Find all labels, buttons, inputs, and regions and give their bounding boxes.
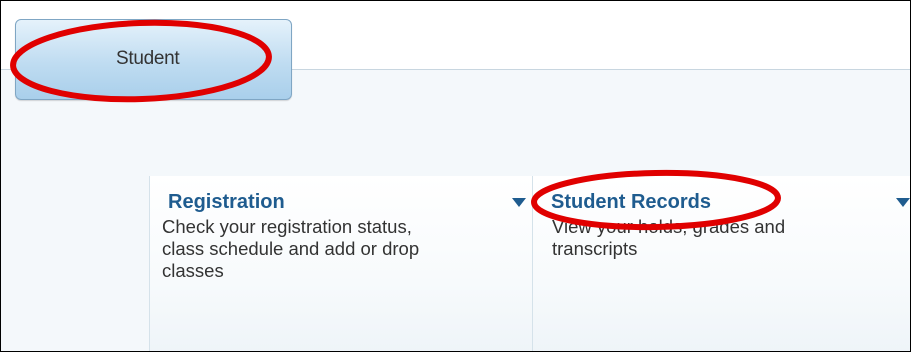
registration-dropdown-icon[interactable] (512, 198, 526, 207)
registration-title[interactable]: Registration (168, 191, 285, 214)
student-records-title[interactable]: Student Records (551, 191, 711, 214)
student-records-description: View your holds, grades and transcripts (552, 216, 882, 260)
registration-description: Check your registration status, class sc… (162, 216, 492, 282)
student-records-dropdown-icon[interactable] (896, 198, 910, 207)
page-frame: Student Registration Check your registra… (0, 0, 911, 352)
registration-description-line: class schedule and add or drop (162, 238, 420, 259)
registration-card[interactable]: Registration Check your registration sta… (149, 176, 533, 351)
student-records-description-line: transcripts (552, 238, 638, 259)
tab-student-label: Student (116, 48, 180, 69)
registration-description-line: Check your registration status, (162, 216, 412, 237)
student-records-description-line: View your holds, grades and (552, 216, 786, 237)
student-records-card[interactable]: Student Records View your holds, grades … (532, 176, 910, 351)
registration-description-line: classes (162, 260, 224, 281)
tab-student[interactable]: Student (15, 19, 292, 100)
